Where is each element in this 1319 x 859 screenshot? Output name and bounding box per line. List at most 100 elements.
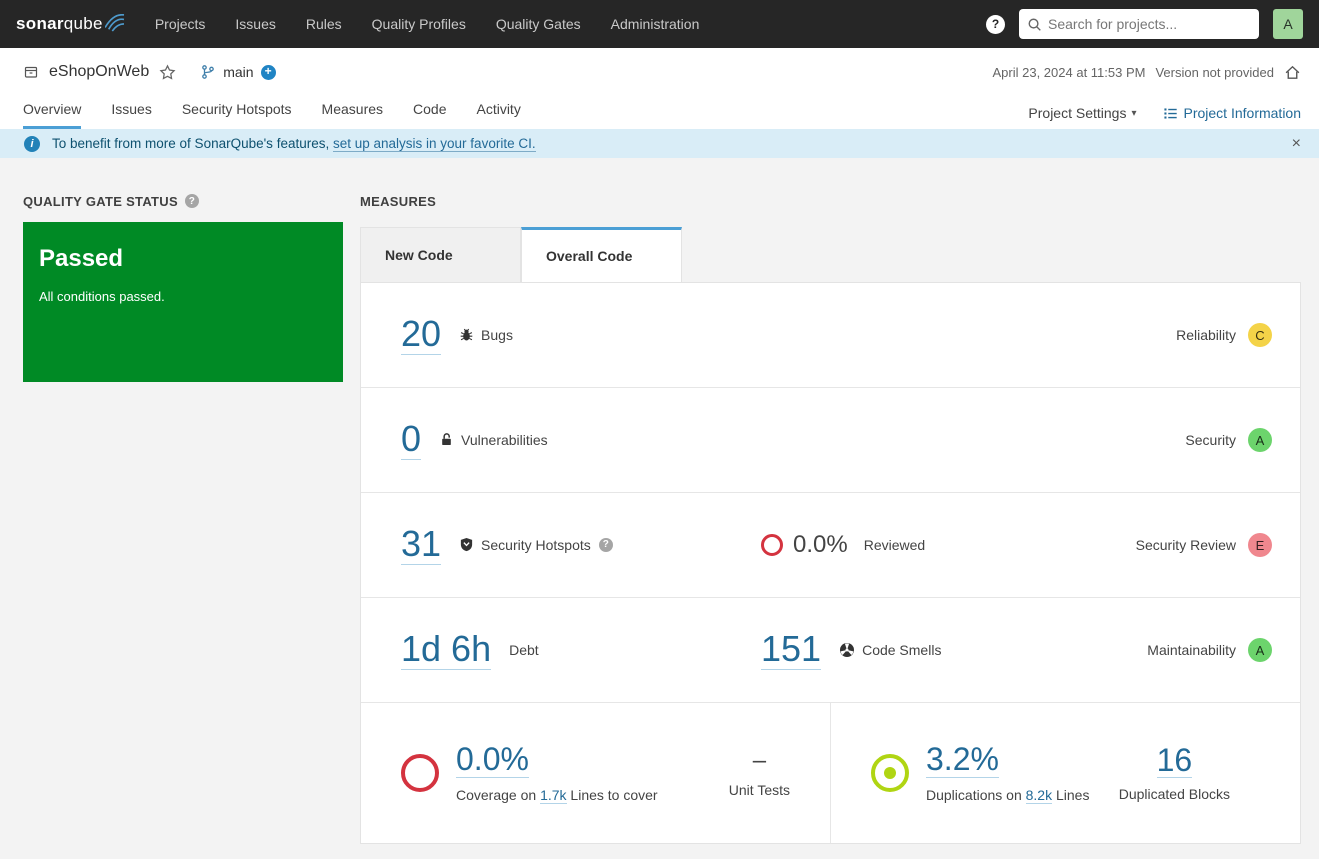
tab-measures[interactable]: Measures xyxy=(322,101,383,129)
shield-icon xyxy=(459,537,474,552)
coverage-percentage-link[interactable]: 0.0% xyxy=(456,743,529,779)
maintainability-rating-badge: A xyxy=(1248,638,1272,662)
tab-security-hotspots[interactable]: Security Hotspots xyxy=(182,101,292,129)
quality-gate-status: Passed xyxy=(39,245,327,273)
banner-ci-link[interactable]: set up analysis in your favorite CI. xyxy=(333,136,536,152)
security-review-label: Security Review xyxy=(1136,537,1236,553)
unit-tests-label: Unit Tests xyxy=(729,782,790,798)
sonar-waves-icon xyxy=(105,14,125,32)
project-settings-dropdown[interactable]: Project Settings ▾ xyxy=(1028,105,1136,121)
duplication-lines-link[interactable]: 8.2k xyxy=(1026,787,1052,804)
code-smell-icon xyxy=(839,642,855,658)
hotspots-help-icon[interactable]: ? xyxy=(599,538,613,552)
quality-gate-status-card: Passed All conditions passed. xyxy=(23,222,343,382)
debt-value-link[interactable]: 1d 6h xyxy=(401,630,491,670)
maintainability-label: Maintainability xyxy=(1147,642,1236,658)
lock-icon xyxy=(439,432,454,447)
nav-item-quality-profiles[interactable]: Quality Profiles xyxy=(372,16,466,32)
duplications-suffix: Lines xyxy=(1056,787,1089,803)
coverage-prefix: Coverage on xyxy=(456,787,536,803)
duplications-percentage-link[interactable]: 3.2% xyxy=(926,743,999,779)
code-smells-count-link[interactable]: 151 xyxy=(761,630,821,670)
quality-gate-description: All conditions passed. xyxy=(39,289,327,304)
project-icon xyxy=(23,64,39,80)
measure-row-bugs: 20 Bugs Reliability C xyxy=(361,283,1300,388)
duplications-cell: 3.2% Duplications on 8.2k Lines 16 Dupli… xyxy=(831,703,1300,843)
hotspots-label: Security Hotspots xyxy=(481,537,591,553)
search-box[interactable] xyxy=(1019,9,1259,39)
coverage-suffix: Lines to cover xyxy=(570,787,657,803)
measure-row-vulnerabilities: 0 Vulnerabilities Security A xyxy=(361,388,1300,493)
page-title: eShopOnWeb xyxy=(49,63,149,81)
security-rating-badge: A xyxy=(1248,428,1272,452)
nav-item-projects[interactable]: Projects xyxy=(155,16,206,32)
duplicated-blocks-label: Duplicated Blocks xyxy=(1119,786,1230,802)
chevron-down-icon: ▾ xyxy=(1131,108,1136,119)
top-nav: sonarqube Projects Issues Rules Quality … xyxy=(0,0,1319,48)
branch-icon xyxy=(200,64,216,80)
duplications-ring-icon xyxy=(871,754,909,792)
favorite-star-icon[interactable] xyxy=(159,64,176,81)
search-icon xyxy=(1027,17,1042,32)
vulnerabilities-label: Vulnerabilities xyxy=(461,432,548,448)
search-input[interactable] xyxy=(1048,16,1251,32)
bugs-label: Bugs xyxy=(481,327,513,343)
nav-item-quality-gates[interactable]: Quality Gates xyxy=(496,16,581,32)
quality-gate-help-icon[interactable]: ? xyxy=(185,194,199,208)
sonarqube-logo[interactable]: sonarqube xyxy=(16,14,125,34)
code-smells-label: Code Smells xyxy=(862,642,941,658)
nav-item-administration[interactable]: Administration xyxy=(611,16,700,32)
close-icon[interactable]: × xyxy=(1292,136,1301,152)
bug-icon xyxy=(459,327,474,342)
coverage-ring-icon xyxy=(401,754,439,792)
reliability-label: Reliability xyxy=(1176,327,1236,343)
measures-tabs: New Code Overall Code xyxy=(360,227,1301,282)
nav-item-rules[interactable]: Rules xyxy=(306,16,342,32)
project-header: eShopOnWeb main + April 23, 2024 at 11:5… xyxy=(0,48,1319,96)
unit-tests-value: – xyxy=(729,748,790,774)
measures-title: MEASURES xyxy=(360,194,436,209)
brand-light: qube xyxy=(64,14,103,33)
debt-label: Debt xyxy=(509,642,539,658)
security-label: Security xyxy=(1185,432,1236,448)
info-icon: i xyxy=(24,136,40,152)
tab-overview[interactable]: Overview xyxy=(23,101,81,129)
brand-bold: sonar xyxy=(16,14,64,33)
measure-row-maintainability: 1d 6h Debt 151 xyxy=(361,598,1300,703)
ci-setup-banner: i To benefit from more of SonarQube's fe… xyxy=(0,129,1319,158)
tab-issues[interactable]: Issues xyxy=(111,101,151,129)
help-icon[interactable]: ? xyxy=(986,15,1005,34)
nav-item-issues[interactable]: Issues xyxy=(235,16,275,32)
duplications-prefix: Duplications on xyxy=(926,787,1022,803)
banner-text: To benefit from more of SonarQube's feat… xyxy=(52,136,329,151)
tab-activity[interactable]: Activity xyxy=(476,101,520,129)
bugs-count-link[interactable]: 20 xyxy=(401,315,441,355)
version-label: Version not provided xyxy=(1155,65,1274,80)
project-tabbar: Overview Issues Security Hotspots Measur… xyxy=(0,96,1319,129)
tab-new-code[interactable]: New Code xyxy=(360,227,521,282)
lines-to-cover-link[interactable]: 1.7k xyxy=(540,787,566,804)
project-settings-label: Project Settings xyxy=(1028,105,1126,121)
quality-gate-title: QUALITY GATE STATUS xyxy=(23,194,178,209)
avatar[interactable]: A xyxy=(1273,9,1303,39)
nav-menu: Projects Issues Rules Quality Profiles Q… xyxy=(155,16,700,32)
add-branch-icon[interactable]: + xyxy=(261,65,276,80)
list-icon xyxy=(1163,106,1178,121)
reviewed-label: Reviewed xyxy=(864,537,925,553)
home-icon[interactable] xyxy=(1284,64,1301,81)
vulnerabilities-count-link[interactable]: 0 xyxy=(401,420,421,460)
tab-overall-code[interactable]: Overall Code xyxy=(521,227,682,282)
project-information-button[interactable]: Project Information xyxy=(1163,105,1302,121)
duplicated-blocks-link[interactable]: 16 xyxy=(1157,744,1193,779)
project-information-label: Project Information xyxy=(1184,105,1302,121)
overview-main: QUALITY GATE STATUS ? Passed All conditi… xyxy=(0,158,1319,844)
reviewed-ring-icon xyxy=(761,534,783,556)
reviewed-percentage: 0.0% xyxy=(793,531,848,559)
hotspots-count-link[interactable]: 31 xyxy=(401,525,441,565)
tab-code[interactable]: Code xyxy=(413,101,446,129)
measure-row-bottom: 0.0% Coverage on 1.7k Lines to cover – U… xyxy=(361,703,1300,843)
security-review-rating-badge: E xyxy=(1248,533,1272,557)
measure-row-security-hotspots: 31 Security Hotspots ? 0.0% Reviewed xyxy=(361,493,1300,598)
coverage-cell: 0.0% Coverage on 1.7k Lines to cover – U… xyxy=(361,703,831,843)
branch-name[interactable]: main xyxy=(223,64,253,80)
